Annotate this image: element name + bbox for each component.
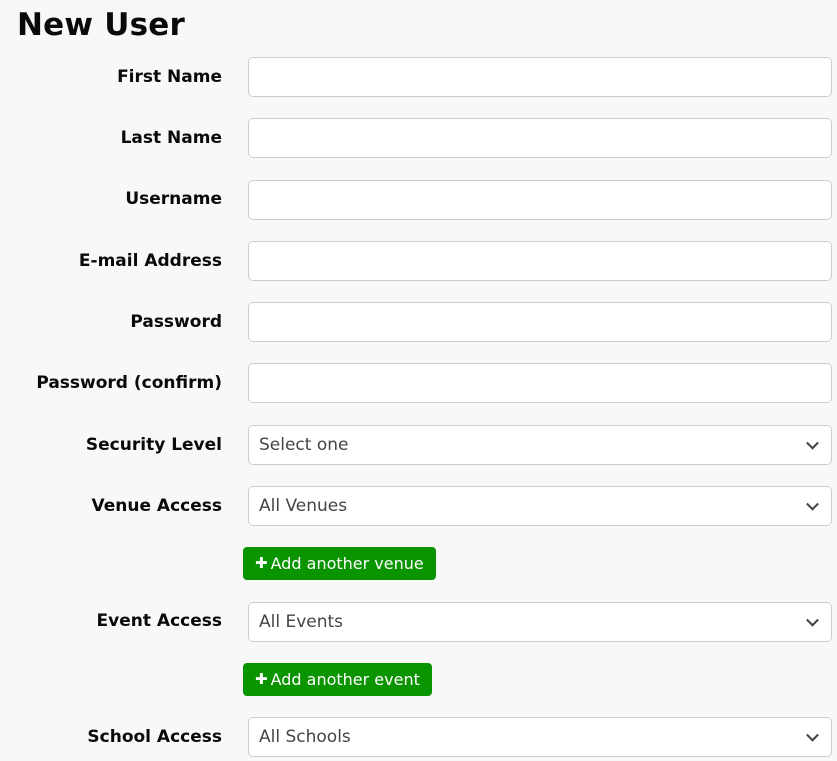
first-name-input[interactable] — [248, 57, 832, 97]
form-row-school-access: School Access All Schools — [0, 717, 837, 757]
password-confirm-label: Password (confirm) — [0, 373, 222, 393]
event-access-control: All Events — [248, 602, 832, 642]
form-row-last-name: Last Name — [0, 118, 837, 158]
form-row-add-venue: ✚ Add another venue — [0, 547, 837, 580]
security-level-label: Security Level — [0, 435, 222, 455]
form-row-first-name: First Name — [0, 57, 837, 97]
email-control — [248, 241, 832, 281]
username-input[interactable] — [248, 180, 832, 220]
event-access-select[interactable]: All Events — [248, 602, 832, 642]
add-another-venue-button[interactable]: ✚ Add another venue — [243, 547, 436, 580]
page-title: New User — [17, 6, 837, 45]
venue-access-control: All Venues — [248, 486, 832, 526]
password-control — [248, 302, 832, 342]
add-venue-control: ✚ Add another venue — [248, 547, 832, 580]
school-access-label: School Access — [0, 727, 222, 747]
last-name-control — [248, 118, 832, 158]
add-event-button-label: Add another event — [271, 670, 420, 689]
last-name-input[interactable] — [248, 118, 832, 158]
form-row-email: E-mail Address — [0, 241, 837, 281]
email-field[interactable] — [248, 241, 832, 281]
new-user-page: New User First Name Last Name Username E… — [0, 6, 837, 761]
first-name-control — [248, 57, 832, 97]
security-level-select[interactable]: Select one — [248, 425, 832, 465]
security-level-control: Select one — [248, 425, 832, 465]
form-row-username: Username — [0, 180, 837, 220]
form-row-password: Password — [0, 302, 837, 342]
form-row-password-confirm: Password (confirm) — [0, 363, 837, 403]
school-access-control: All Schools — [248, 717, 832, 757]
form-row-add-event: ✚ Add another event — [0, 663, 837, 696]
school-access-select[interactable]: All Schools — [248, 717, 832, 757]
password-confirm-control — [248, 363, 832, 403]
last-name-label: Last Name — [0, 128, 222, 148]
username-label: Username — [0, 189, 222, 209]
username-control — [248, 180, 832, 220]
new-user-form: First Name Last Name Username E-mail Add… — [0, 57, 837, 757]
form-row-event-access: Event Access All Events — [0, 602, 837, 642]
password-confirm-field[interactable] — [248, 363, 832, 403]
form-row-venue-access: Venue Access All Venues — [0, 486, 837, 526]
first-name-label: First Name — [0, 67, 222, 87]
password-field[interactable] — [248, 302, 832, 342]
email-label: E-mail Address — [0, 251, 222, 271]
add-venue-button-label: Add another venue — [271, 554, 424, 573]
venue-access-label: Venue Access — [0, 496, 222, 516]
form-row-security-level: Security Level Select one — [0, 425, 837, 465]
event-access-label: Event Access — [0, 611, 222, 631]
venue-access-select[interactable]: All Venues — [248, 486, 832, 526]
add-event-control: ✚ Add another event — [248, 663, 832, 696]
plus-icon: ✚ — [255, 556, 268, 571]
add-another-event-button[interactable]: ✚ Add another event — [243, 663, 432, 696]
plus-icon: ✚ — [255, 672, 268, 687]
password-label: Password — [0, 312, 222, 332]
